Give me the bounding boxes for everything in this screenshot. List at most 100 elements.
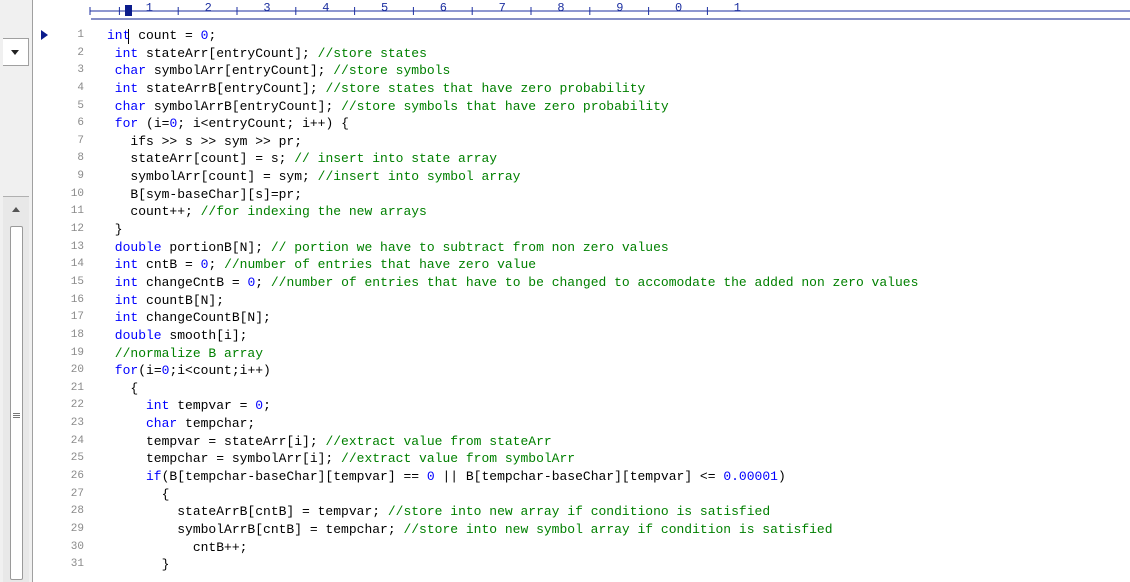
code-token: char [107,98,147,114]
code-token: double [107,327,162,343]
code-token: //store states [317,45,427,61]
code-token: tempchar; [177,416,256,432]
code-token: (i= [138,116,170,132]
code-token: stateArr[entryCount]; [138,45,318,61]
code-line[interactable]: 19 //normalize B array [0,345,1130,363]
code-line[interactable]: 3 char symbolArr[entryCount]; //store sy… [0,62,1130,80]
code-text: ifs >> s >> sym >> pr; [107,133,302,151]
code-line[interactable]: 14 int cntB = 0; //number of entries tha… [0,256,1130,274]
code-token: cntB = [138,257,201,273]
code-text: stateArr[count] = s; // insert into stat… [107,150,497,168]
code-line[interactable]: 4 int stateArrB[entryCount]; //store sta… [0,80,1130,98]
line-number: 11 [70,205,84,218]
code-token: int [107,45,139,61]
code-token: char [107,63,147,79]
line-number: 3 [77,64,84,77]
text-caret [128,29,129,44]
code-token: //extract value from symbolArr [341,451,576,467]
code-text: int tempvar = 0; [107,397,271,415]
code-line[interactable]: 28 stateArrB[cntB] = tempvar; //store in… [0,503,1130,521]
code-token: stateArrB[cntB] = tempvar; [107,504,388,520]
code-token: symbolArr[entryCount]; [146,63,334,79]
code-text: B[sym-baseChar][s]=pr; [107,186,302,204]
code-token: symbolArrB[entryCount]; [146,98,342,114]
line-number: 7 [77,134,84,147]
code-token: || B[tempchar-baseChar][tempvar] <= [434,469,724,485]
code-line[interactable]: 8 stateArr[count] = s; // insert into st… [0,150,1130,168]
code-text: int cntB = 0; //number of entries that h… [107,256,536,274]
line-number: 8 [77,152,84,165]
code-line[interactable]: 26 if(B[tempchar-baseChar][tempvar] == 0… [0,468,1130,486]
code-line[interactable]: 7 ifs >> s >> sym >> pr; [0,133,1130,151]
code-text: count++; //for indexing the new arrays [107,203,427,221]
code-line[interactable]: 30 cntB++; [0,539,1130,557]
code-line[interactable]: 1 int count = 0; [0,27,1130,45]
code-text: int stateArrB[entryCount]; //store state… [107,80,646,98]
line-number: 5 [77,99,84,112]
code-token: countB[N]; [138,292,225,308]
code-token: ) [777,469,786,485]
code-text: for(i=0;i<count;i++) [107,362,271,380]
code-text: } [107,556,170,574]
code-token: } [107,222,123,238]
code-line[interactable]: 5 char symbolArrB[entryCount]; //store s… [0,98,1130,116]
code-token: ifs >> s >> sym >> pr; [107,133,303,149]
code-token: // portion we have to subtract from non … [270,239,669,255]
code-line[interactable]: 9 symbolArr[count] = sym; //insert into … [0,168,1130,186]
code-text: int count = 0; [107,27,216,45]
line-number: 25 [70,452,84,465]
code-line[interactable]: 20 for(i=0;i<count;i++) [0,362,1130,380]
code-token: //for indexing the new arrays [200,204,427,220]
code-line[interactable]: 2 int stateArr[entryCount]; //store stat… [0,45,1130,63]
ruler-bottom-line-wrap [91,18,1130,20]
code-line[interactable]: 12 } [0,221,1130,239]
code-token: int [107,28,131,43]
code-token: for [107,116,139,132]
code-line[interactable]: 11 count++; //for indexing the new array… [0,203,1130,221]
line-number: 28 [70,505,84,518]
code-line[interactable]: 29 symbolArrB[cntB] = tempchar; //store … [0,521,1130,539]
code-token: int [107,80,139,96]
code-line[interactable]: 31 } [0,556,1130,574]
code-token: { [107,380,139,396]
code-line[interactable]: 23 char tempchar; [0,415,1130,433]
code-token: int [107,310,139,326]
code-line[interactable]: 22 int tempvar = 0; [0,397,1130,415]
line-number: 2 [77,46,84,59]
code-line[interactable]: 27 { [0,486,1130,504]
code-token: double [107,239,162,255]
code-text: char symbolArrB[entryCount]; //store sym… [107,98,669,116]
code-token: for [107,363,139,379]
code-token: } [107,557,170,573]
code-text: symbolArrB[cntB] = tempchar; //store int… [107,521,833,539]
code-text: double smooth[i]; [107,327,248,345]
code-token: cntB++; [107,539,248,555]
code-token: tempvar = [169,398,256,414]
code-line[interactable]: 16 int countB[N]; [0,292,1130,310]
code-editor[interactable]: 1 int count = 0; 2 int stateArr[entryCount… [0,27,1130,574]
code-line[interactable]: 18 double smooth[i]; [0,327,1130,345]
code-line[interactable]: 24 tempvar = stateArr[i]; //extract valu… [0,433,1130,451]
code-token: ; [208,257,225,273]
line-number: 19 [70,346,84,359]
code-token: smooth[i]; [161,327,248,343]
line-number: 14 [70,258,84,271]
code-line[interactable]: 6 for (i=0; i<entryCount; i++) { [0,115,1130,133]
code-token: //store into new symbol array if conditi… [403,521,833,537]
code-token: ; [208,28,217,43]
code-line[interactable]: 17 int changeCountB[N]; [0,309,1130,327]
line-number: 20 [70,364,84,377]
code-line[interactable]: 25 tempchar = symbolArr[i]; //extract va… [0,450,1130,468]
code-line[interactable]: 21 { [0,380,1130,398]
code-token: changeCntB = [138,274,248,290]
code-line[interactable]: 10 B[sym-baseChar][s]=pr; [0,186,1130,204]
line-number: 17 [70,311,84,324]
code-text: tempvar = stateArr[i]; //extract value f… [107,433,552,451]
line-number: 13 [70,240,84,253]
code-line[interactable]: 15 int changeCntB = 0; //number of entri… [0,274,1130,292]
code-line[interactable]: 13 double portionB[N]; // portion we hav… [0,239,1130,257]
code-token: int [107,398,170,414]
code-token: (i= [138,363,162,379]
code-token: //number of entries that have to be chan… [270,274,919,290]
code-text: //normalize B array [107,345,263,363]
